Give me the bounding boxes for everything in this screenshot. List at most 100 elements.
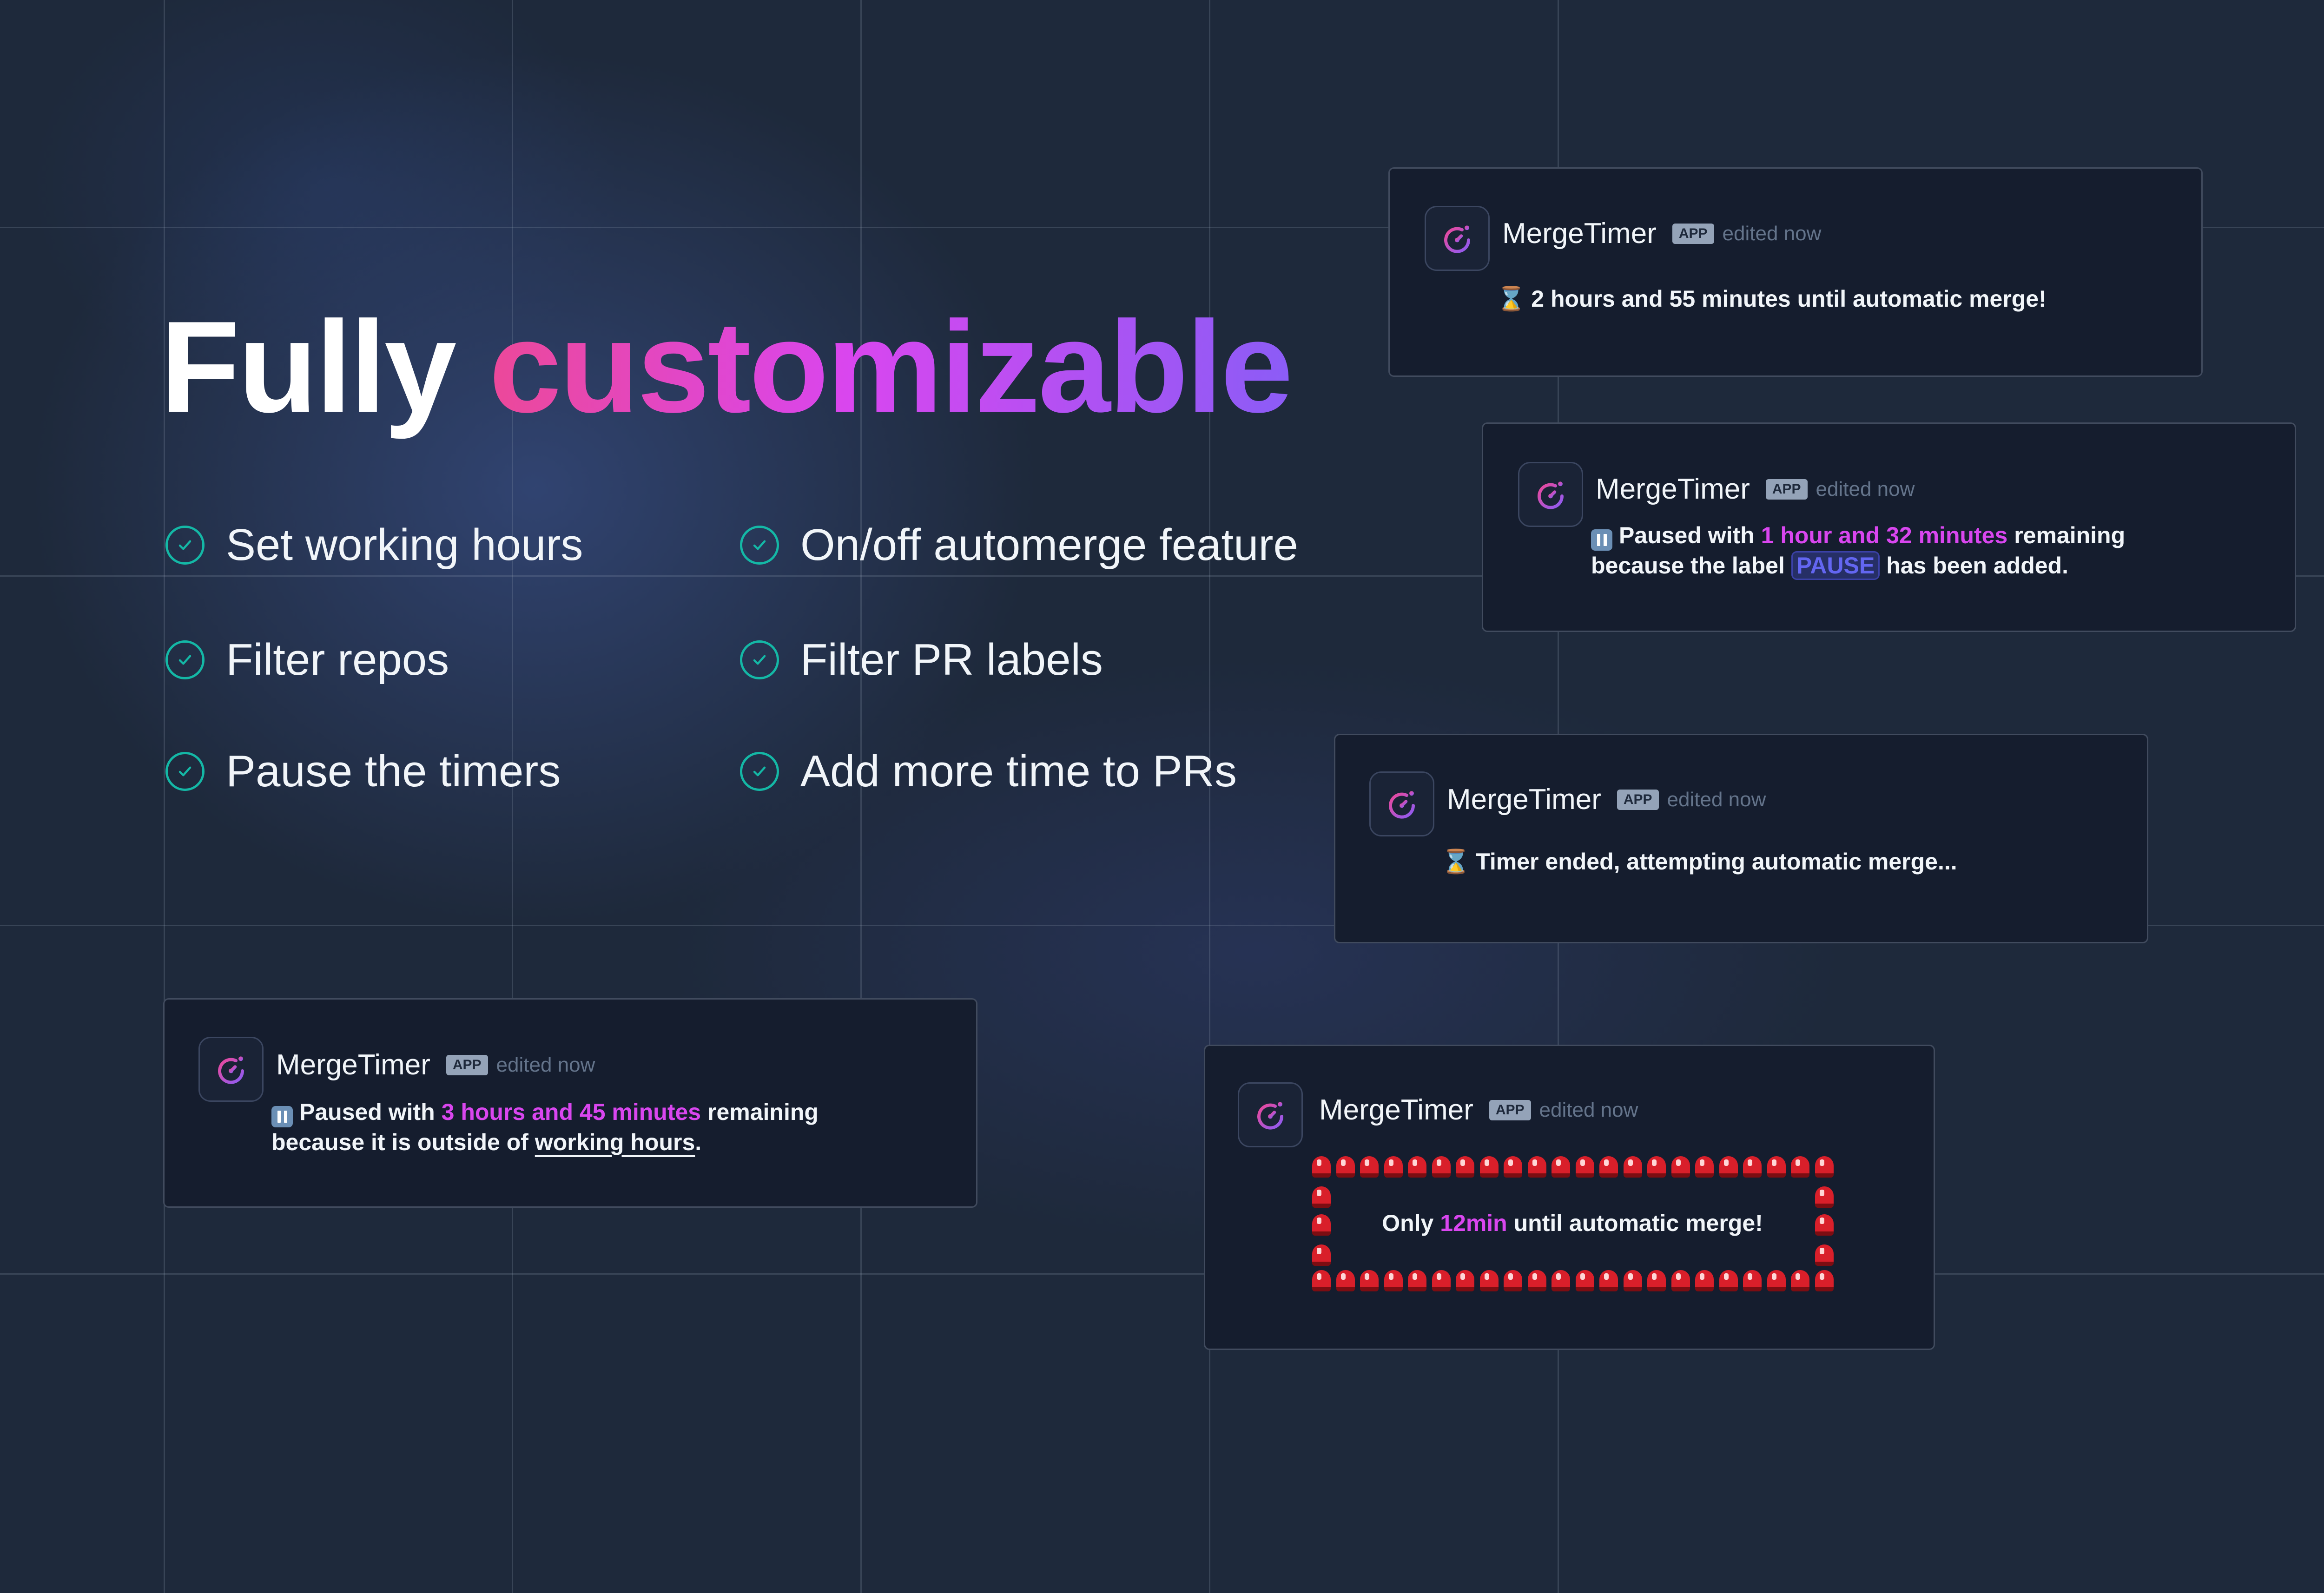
headline-lead: Fully (160, 295, 456, 440)
siren-icon (1815, 1270, 1834, 1291)
app-badge: APP (1617, 789, 1659, 810)
message-line-2: because it is outside of working hours. (271, 1129, 702, 1155)
message-card-timer-ended: MergeTimer APP edited now ⌛ Timer ended, … (1334, 734, 2148, 943)
feature-filter-pr-labels: Filter PR labels (740, 634, 1103, 685)
siren-icon (1479, 1156, 1499, 1178)
pause-icon (271, 1106, 293, 1127)
siren-icon (1527, 1156, 1546, 1178)
siren-icon (1815, 1214, 1834, 1236)
siren-icon (1575, 1156, 1594, 1178)
remaining-time: 3 hours and 45 minutes (441, 1099, 701, 1125)
check-circle-icon (165, 752, 205, 791)
feature-label: Pause the timers (226, 746, 561, 796)
hourglass-icon: ⌛ (1497, 286, 1526, 312)
siren-icon (1432, 1156, 1451, 1178)
grid-line (0, 1273, 2324, 1275)
siren-icon (1647, 1270, 1666, 1291)
siren-icon (1456, 1156, 1474, 1178)
feature-label: On/off automerge feature (800, 520, 1298, 570)
bot-name[interactable]: MergeTimer (1319, 1093, 1473, 1126)
message-header: MergeTimer APP edited now (276, 1048, 595, 1081)
siren-icon (1408, 1270, 1426, 1291)
siren-icon (1695, 1270, 1714, 1291)
siren-icon (1336, 1270, 1355, 1291)
siren-icon (1575, 1270, 1594, 1291)
mergetimer-avatar (1518, 462, 1583, 527)
message-header: MergeTimer APP edited now (1447, 783, 1766, 816)
headline-accent: customizable (489, 295, 1293, 440)
bot-name[interactable]: MergeTimer (276, 1048, 430, 1081)
edited-indicator: edited now (496, 1053, 595, 1076)
siren-icon (1791, 1270, 1809, 1291)
remaining-time: 12min (1440, 1210, 1507, 1236)
app-badge: APP (1672, 223, 1714, 244)
feature-label: Filter repos (226, 635, 449, 685)
siren-icon (1815, 1186, 1834, 1208)
siren-icon (1312, 1214, 1331, 1236)
feature-pause-timers: Pause the timers (165, 746, 561, 797)
message-header: MergeTimer APP edited now (1596, 473, 1915, 506)
bot-name[interactable]: MergeTimer (1502, 217, 1657, 250)
pause-icon (1591, 529, 1612, 551)
siren-icon (1408, 1156, 1426, 1178)
feature-add-time: Add more time to PRs (740, 746, 1237, 797)
mergetimer-avatar (198, 1037, 264, 1102)
edited-indicator: edited now (1667, 788, 1766, 811)
siren-icon (1743, 1156, 1762, 1178)
working-hours-link[interactable]: working hours (535, 1129, 695, 1155)
ended-message: Timer ended, attempting automatic merge.… (1476, 849, 1957, 875)
message-line-1: Paused with 3 hours and 45 minutes remai… (271, 1097, 819, 1127)
pause-label-tag[interactable]: PAUSE (1791, 551, 1880, 580)
message-header: MergeTimer APP edited now (1319, 1093, 1638, 1126)
check-circle-icon (165, 526, 205, 565)
siren-icon (1384, 1270, 1403, 1291)
check-circle-icon (165, 640, 205, 679)
siren-icon (1312, 1186, 1331, 1208)
message-line-1: Paused with 1 hour and 32 minutes remain… (1591, 520, 2125, 551)
siren-icon (1479, 1270, 1499, 1291)
siren-message: Only 12min until automatic merge! (1382, 1210, 1763, 1236)
siren-icon (1815, 1244, 1834, 1266)
siren-icon (1527, 1270, 1546, 1291)
siren-icon (1767, 1270, 1786, 1291)
siren-icon (1552, 1156, 1570, 1178)
siren-icon (1432, 1270, 1451, 1291)
siren-icon (1671, 1270, 1690, 1291)
check-circle-icon (740, 640, 779, 679)
headline: Fully customizable (160, 302, 1293, 432)
siren-icon (1504, 1270, 1522, 1291)
app-badge: APP (1765, 479, 1808, 500)
hourglass-icon: ⌛ (1441, 849, 1471, 875)
siren-icon (1312, 1156, 1331, 1178)
feature-label: Add more time to PRs (800, 746, 1237, 796)
feature-label: Set working hours (226, 520, 583, 570)
message-text: Paused with 1 hour and 32 minutes remain… (1591, 520, 2125, 580)
siren-icon (1384, 1156, 1403, 1178)
siren-border: Only 12min until automatic merge! (1312, 1156, 1834, 1296)
siren-icon (1456, 1270, 1474, 1291)
message-text: Paused with 3 hours and 45 minutes remai… (271, 1097, 819, 1157)
feature-set-working-hours: Set working hours (165, 520, 583, 571)
siren-icon (1767, 1156, 1786, 1178)
siren-icon (1336, 1156, 1355, 1178)
message-card-label-pause: MergeTimer APP edited now Paused with 1 … (1482, 422, 2296, 632)
siren-icon (1360, 1270, 1379, 1291)
app-badge: APP (1489, 1099, 1531, 1120)
feature-automerge-toggle: On/off automerge feature (740, 520, 1298, 571)
check-circle-icon (740, 752, 779, 791)
timer-message: 2 hours and 55 minutes until automatic m… (1531, 286, 2047, 312)
siren-icon (1552, 1270, 1570, 1291)
message-card-timer: MergeTimer APP edited now ⌛ 2 hours and 5… (1388, 167, 2203, 377)
check-circle-icon (740, 526, 779, 565)
bot-name[interactable]: MergeTimer (1596, 473, 1750, 506)
siren-icon (1623, 1270, 1642, 1291)
siren-icon (1695, 1156, 1714, 1178)
siren-icon (1504, 1156, 1522, 1178)
message-text: ⌛ Timer ended, attempting automatic merge… (1441, 847, 1957, 876)
siren-icon (1312, 1244, 1331, 1266)
siren-icon (1599, 1156, 1618, 1178)
siren-icon (1791, 1156, 1809, 1178)
siren-icon (1743, 1270, 1762, 1291)
siren-icon (1360, 1156, 1379, 1178)
bot-name[interactable]: MergeTimer (1447, 783, 1601, 816)
